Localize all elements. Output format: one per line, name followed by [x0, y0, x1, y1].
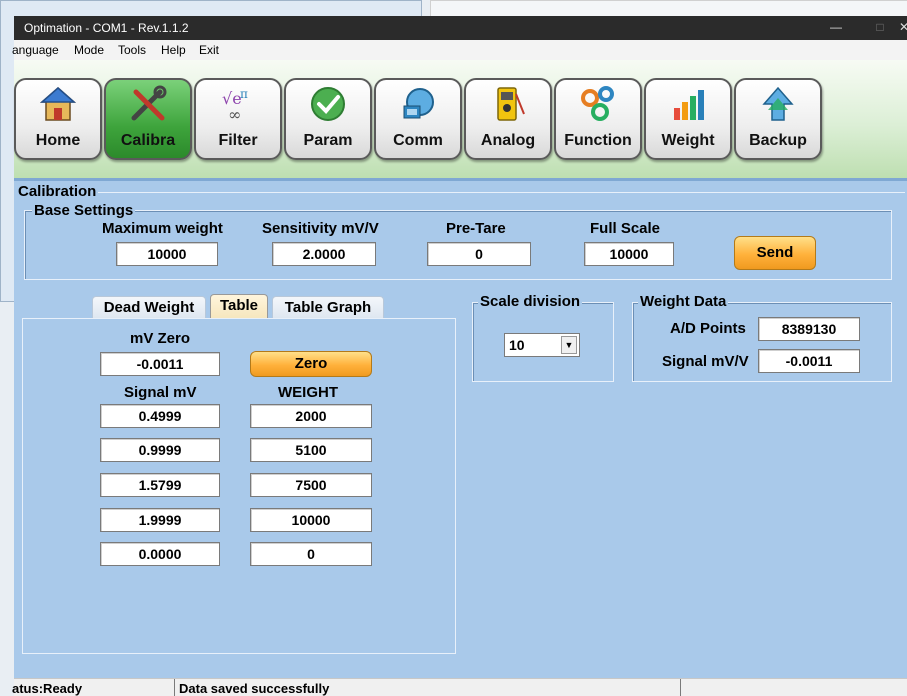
zero-button[interactable]: Zero: [250, 351, 372, 377]
weight-field-5[interactable]: 0: [250, 542, 372, 566]
sensitivity-label: Sensitivity mV/V: [262, 220, 379, 237]
weight-field-3[interactable]: 7500: [250, 473, 372, 497]
multimeter-icon: [497, 87, 525, 121]
toolbar-backup-button[interactable]: Backup: [734, 78, 822, 160]
mv-zero-label: mV Zero: [130, 330, 191, 347]
toolbar-filter-button[interactable]: √e π ∞ Filter: [194, 78, 282, 160]
signal-field-5[interactable]: 0.0000: [100, 542, 220, 566]
toolbar-function-button[interactable]: Function: [554, 78, 642, 160]
menu-help[interactable]: Help: [161, 43, 186, 57]
toolbar-param-label: Param: [303, 132, 353, 149]
signal-field-3[interactable]: 1.5799: [100, 473, 220, 497]
weight-header: WEIGHT: [278, 384, 338, 401]
toolbar-calibra-label: Calibra: [120, 132, 176, 149]
close-button[interactable]: ✕: [894, 16, 907, 40]
chevron-down-icon[interactable]: ▼: [561, 336, 577, 354]
toolbar-backup-label: Backup: [749, 132, 807, 149]
title-bar: Optimation - COM1 - Rev.1.1.2 — □ ✕: [14, 16, 907, 40]
toolbar-comm-label: Comm: [393, 132, 443, 149]
tab-dead-weight[interactable]: Dead Weight: [92, 296, 206, 319]
weight-field-1[interactable]: 2000: [250, 404, 372, 428]
toolbar-weight-label: Weight: [661, 132, 715, 149]
window-title: Optimation - COM1 - Rev.1.1.2: [24, 21, 189, 35]
network-icon: [403, 88, 434, 119]
menu-bar: anguage Mode Tools Help Exit: [12, 40, 907, 60]
fullscale-label: Full Scale: [590, 220, 661, 237]
status-bar: atus:Ready Data saved successfully: [12, 678, 907, 696]
toolbar-home-button[interactable]: Home: [14, 78, 102, 160]
weight-field-4[interactable]: 10000: [250, 508, 372, 532]
status-message: Data saved successfully: [179, 681, 330, 696]
calibration-group: [16, 192, 905, 195]
menu-language[interactable]: anguage: [12, 43, 59, 57]
status-divider-2: [680, 679, 681, 696]
toolbar-analog-label: Analog: [480, 132, 536, 149]
home-icon: [40, 87, 76, 121]
minimize-button[interactable]: —: [814, 16, 858, 40]
max-weight-field[interactable]: 10000: [116, 242, 218, 266]
weight-field-2[interactable]: 5100: [250, 438, 372, 462]
tab-table[interactable]: Table: [210, 294, 268, 319]
toolbar-filter-label: Filter: [218, 132, 258, 149]
calibration-title: Calibration: [16, 183, 99, 200]
status-divider-1: [174, 679, 175, 696]
signal-mv-header: Signal mV: [124, 384, 197, 401]
upload-arrow-icon: [762, 86, 794, 121]
toolbar-analog-button[interactable]: Analog: [464, 78, 552, 160]
ad-points-label: A/D Points: [670, 320, 746, 337]
ad-points-field: 8389130: [758, 317, 860, 341]
toolbar-calibra-button[interactable]: Calibra: [104, 78, 192, 160]
pretare-field[interactable]: 0: [427, 242, 531, 266]
signal-mvv-label: Signal mV/V: [662, 353, 749, 370]
svg-text:π: π: [240, 87, 248, 101]
signal-mvv-field: -0.0011: [758, 349, 860, 373]
checkmark-icon: [311, 87, 345, 121]
signal-field-1[interactable]: 0.4999: [100, 404, 220, 428]
gears-icon: [581, 86, 614, 121]
menu-mode[interactable]: Mode: [74, 43, 104, 57]
toolbar-weight-button[interactable]: Weight: [644, 78, 732, 160]
toolbar: Home Calibra √e π ∞ Filter Param Comm An…: [14, 60, 907, 178]
toolbar-param-button[interactable]: Param: [284, 78, 372, 160]
formula-icon: √e π ∞: [222, 87, 248, 124]
tools-icon: [131, 85, 167, 121]
mv-zero-field[interactable]: -0.0011: [100, 352, 220, 376]
scale-division-title: Scale division: [478, 293, 583, 310]
sensitivity-field[interactable]: 2.0000: [272, 242, 376, 266]
toolbar-function-label: Function: [564, 132, 632, 149]
status-state: atus:Ready: [12, 681, 83, 696]
base-settings-title: Base Settings: [32, 202, 136, 219]
menu-tools[interactable]: Tools: [118, 43, 146, 57]
weight-data-title: Weight Data: [638, 293, 729, 310]
table-tab-page: [22, 318, 456, 654]
scale-division-select[interactable]: 10 ▼: [504, 333, 580, 357]
scale-division-value: 10: [509, 337, 525, 353]
pretare-label: Pre-Tare: [446, 220, 506, 237]
bar-chart-icon: [674, 90, 704, 120]
svg-text:∞: ∞: [228, 105, 241, 124]
toolbar-separator: [14, 178, 907, 181]
toolbar-home-label: Home: [35, 132, 81, 149]
signal-field-4[interactable]: 1.9999: [100, 508, 220, 532]
toolbar-comm-button[interactable]: Comm: [374, 78, 462, 160]
signal-field-2[interactable]: 0.9999: [100, 438, 220, 462]
tab-table-graph[interactable]: Table Graph: [272, 296, 384, 319]
menu-exit[interactable]: Exit: [199, 43, 219, 57]
max-weight-label: Maximum weight: [102, 220, 223, 237]
fullscale-field[interactable]: 10000: [584, 242, 674, 266]
send-button[interactable]: Send: [734, 236, 816, 270]
